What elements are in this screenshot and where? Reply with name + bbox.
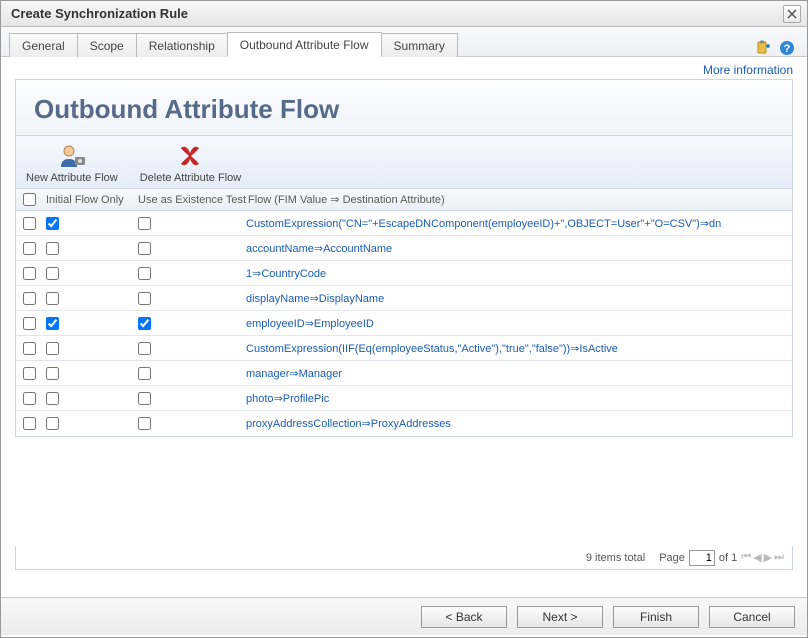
back-button[interactable]: < Back: [421, 606, 507, 628]
row-select-checkbox[interactable]: [23, 367, 36, 380]
page-of-label: of 1: [719, 552, 737, 564]
table-row[interactable]: 1⇒CountryCode: [16, 261, 792, 286]
flow-expression-link[interactable]: 1⇒CountryCode: [246, 267, 792, 280]
initial-flow-only-checkbox[interactable]: [46, 267, 59, 280]
grid-footer: 9 items total Page of 1 ⏮ ◀ ▶ ⏭: [15, 546, 793, 570]
initial-flow-only-checkbox[interactable]: [46, 417, 59, 430]
wizard-button-bar: < Back Next > Finish Cancel: [1, 597, 807, 635]
delete-x-icon: [174, 142, 206, 170]
delete-attribute-flow-button[interactable]: Delete Attribute Flow: [140, 142, 242, 184]
more-info-row: More information: [1, 57, 807, 79]
pager-next-icon[interactable]: ▶: [764, 551, 772, 564]
content-area: Outbound Attribute Flow New Attribute Fl…: [1, 79, 807, 597]
use-as-existence-checkbox[interactable]: [138, 217, 151, 230]
window-titlebar: Create Synchronization Rule: [1, 1, 807, 27]
use-as-existence-checkbox[interactable]: [138, 342, 151, 355]
row-select-checkbox[interactable]: [23, 317, 36, 330]
use-as-existence-checkbox[interactable]: [138, 267, 151, 280]
tab-relationship[interactable]: Relationship: [136, 33, 228, 57]
column-header-existence-test[interactable]: Use as Existence Test: [138, 194, 246, 206]
paste-icon[interactable]: [755, 40, 771, 56]
column-header-flow[interactable]: Flow (FIM Value ⇒ Destination Attribute): [246, 193, 792, 206]
toolbar: New Attribute Flow Delete Attribute Flow: [15, 136, 793, 189]
row-select-checkbox[interactable]: [23, 392, 36, 405]
initial-flow-only-checkbox[interactable]: [46, 367, 59, 380]
initial-flow-only-checkbox[interactable]: [46, 217, 59, 230]
select-all-checkbox[interactable]: [23, 193, 36, 206]
use-as-existence-checkbox[interactable]: [138, 317, 151, 330]
initial-flow-only-checkbox[interactable]: [46, 317, 59, 330]
tab-summary[interactable]: Summary: [381, 33, 458, 57]
close-button[interactable]: [783, 5, 801, 23]
page-title: Outbound Attribute Flow: [34, 94, 774, 125]
use-as-existence-checkbox[interactable]: [138, 367, 151, 380]
finish-button[interactable]: Finish: [613, 606, 699, 628]
table-row[interactable]: employeeID⇒EmployeeID: [16, 311, 792, 336]
row-select-checkbox[interactable]: [23, 292, 36, 305]
use-as-existence-checkbox[interactable]: [138, 417, 151, 430]
user-add-icon: [56, 142, 88, 170]
flow-expression-link[interactable]: manager⇒Manager: [246, 367, 792, 380]
flow-expression-link[interactable]: proxyAddressCollection⇒ProxyAddresses: [246, 417, 792, 430]
page-number-input[interactable]: [689, 550, 715, 566]
pager-prev-icon[interactable]: ◀: [753, 551, 761, 564]
initial-flow-only-checkbox[interactable]: [46, 242, 59, 255]
close-icon: [787, 9, 797, 19]
flow-expression-link[interactable]: displayName⇒DisplayName: [246, 292, 792, 305]
total-items-label: 9 items total: [586, 552, 645, 564]
use-as-existence-checkbox[interactable]: [138, 242, 151, 255]
next-button[interactable]: Next >: [517, 606, 603, 628]
flow-expression-link[interactable]: CustomExpression(IIF(Eq(employeeStatus,"…: [246, 342, 792, 355]
grid-body: CustomExpression("CN="+EscapeDNComponent…: [16, 211, 792, 436]
use-as-existence-checkbox[interactable]: [138, 292, 151, 305]
delete-attribute-flow-label: Delete Attribute Flow: [140, 172, 242, 184]
table-row[interactable]: CustomExpression("CN="+EscapeDNComponent…: [16, 211, 792, 236]
attribute-flow-grid: Initial Flow Only Use as Existence Test …: [15, 189, 793, 437]
table-row[interactable]: CustomExpression(IIF(Eq(employeeStatus,"…: [16, 336, 792, 361]
svg-text:?: ?: [784, 43, 791, 55]
flow-expression-link[interactable]: CustomExpression("CN="+EscapeDNComponent…: [246, 217, 792, 230]
row-select-checkbox[interactable]: [23, 217, 36, 230]
tabbar-right-icons: ?: [755, 40, 799, 56]
grid-header: Initial Flow Only Use as Existence Test …: [16, 189, 792, 211]
new-attribute-flow-button[interactable]: New Attribute Flow: [26, 142, 118, 184]
initial-flow-only-checkbox[interactable]: [46, 342, 59, 355]
cancel-button[interactable]: Cancel: [709, 606, 795, 628]
help-icon[interactable]: ?: [779, 40, 795, 56]
table-row[interactable]: proxyAddressCollection⇒ProxyAddresses: [16, 411, 792, 436]
flow-expression-link[interactable]: photo⇒ProfilePic: [246, 392, 792, 405]
window-title: Create Synchronization Rule: [11, 6, 188, 21]
more-information-link[interactable]: More information: [703, 63, 793, 77]
tab-bar: GeneralScopeRelationshipOutbound Attribu…: [1, 27, 807, 57]
page-header: Outbound Attribute Flow: [15, 79, 793, 136]
new-attribute-flow-label: New Attribute Flow: [26, 172, 118, 184]
pager-first-icon[interactable]: ⏮: [741, 551, 751, 564]
table-row[interactable]: displayName⇒DisplayName: [16, 286, 792, 311]
row-select-checkbox[interactable]: [23, 242, 36, 255]
tab-scope[interactable]: Scope: [77, 33, 137, 57]
table-row[interactable]: photo⇒ProfilePic: [16, 386, 792, 411]
page-label: Page: [659, 552, 685, 564]
use-as-existence-checkbox[interactable]: [138, 392, 151, 405]
tab-general[interactable]: General: [9, 33, 78, 57]
pager: Page of 1 ⏮ ◀ ▶ ⏭: [659, 550, 784, 566]
table-row[interactable]: accountName⇒AccountName: [16, 236, 792, 261]
row-select-checkbox[interactable]: [23, 342, 36, 355]
row-select-checkbox[interactable]: [23, 267, 36, 280]
row-select-checkbox[interactable]: [23, 417, 36, 430]
flow-expression-link[interactable]: accountName⇒AccountName: [246, 242, 792, 255]
column-header-initial-flow[interactable]: Initial Flow Only: [42, 194, 138, 206]
initial-flow-only-checkbox[interactable]: [46, 292, 59, 305]
initial-flow-only-checkbox[interactable]: [46, 392, 59, 405]
table-row[interactable]: manager⇒Manager: [16, 361, 792, 386]
pager-last-icon[interactable]: ⏭: [774, 551, 784, 564]
tab-outbound-attribute-flow[interactable]: Outbound Attribute Flow: [227, 32, 382, 57]
flow-expression-link[interactable]: employeeID⇒EmployeeID: [246, 317, 792, 330]
